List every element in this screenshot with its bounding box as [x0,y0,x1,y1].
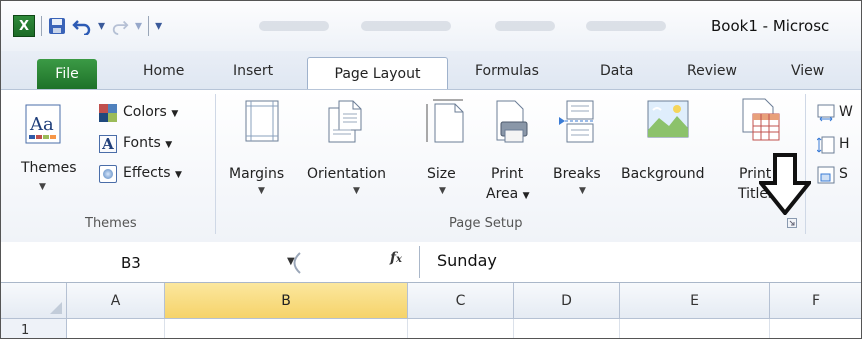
themes-group-label: Themes [85,216,137,231]
name-box-value: B3 [121,254,141,272]
effects-icon [99,165,117,183]
width-icon [817,104,835,122]
quick-access-toolbar: X ▾ ▾ ▾ [13,15,162,37]
annotation-arrow-icon [759,153,811,215]
cell-d1[interactable] [514,319,620,338]
orientation-label: Orientation [307,166,387,182]
themes-icon: Aa [25,104,61,144]
print-area-label-2: Area ▼ [486,186,530,202]
column-header-a[interactable]: A [67,283,165,319]
themes-label: Themes [21,160,77,176]
fonts-icon: A [99,135,117,153]
excel-logo-icon[interactable]: X [13,15,35,37]
column-header-e[interactable]: E [620,283,770,319]
redo-dropdown-icon[interactable]: ▾ [135,18,142,34]
size-label: Size [427,166,456,182]
tab-review[interactable]: Review [687,63,737,79]
row-header-1[interactable]: 1 [1,319,67,338]
cell-c1[interactable] [408,319,514,338]
orientation-icon [328,100,362,143]
blurred-text [361,21,451,31]
blurred-text [586,21,666,31]
breaks-label: Breaks [553,166,601,182]
cell-f1[interactable] [770,319,861,338]
size-icon [426,99,464,143]
qat-separator [41,16,42,36]
excel-window: X ▾ ▾ ▾ Book1 - Microsc File Home Insert… [0,0,862,339]
tab-home[interactable]: Home [143,63,184,79]
title-bar: X ▾ ▾ ▾ Book1 - Microsc [1,1,861,51]
margins-label: Margins [229,166,285,182]
tab-data[interactable]: Data [600,63,633,79]
column-header-b[interactable]: B [165,283,408,319]
margins-icon [245,100,279,142]
breaks-icon [559,100,595,143]
column-header-c[interactable]: C [408,283,514,319]
undo-icon[interactable] [72,17,92,35]
formula-bar: B3 ▼ fx Sunday [1,242,861,283]
tab-insert[interactable]: Insert [233,63,273,79]
tab-file[interactable]: File [37,59,97,89]
scale-icon [817,166,835,184]
insert-function-icon[interactable]: fx [390,250,402,266]
effects-label: Effects ▼ [123,165,182,181]
group-separator [215,94,216,234]
dialog-launcher-icon[interactable] [787,218,797,228]
height-label: H [839,136,850,152]
ribbon-tabs: File Home Insert Page Layout Formulas Da… [1,51,861,90]
resize-handle-icon[interactable] [287,252,301,274]
tab-formulas[interactable]: Formulas [475,63,539,79]
tab-page-layout[interactable]: Page Layout [307,57,448,90]
save-icon[interactable] [48,17,66,35]
print-titles-icon [742,98,780,141]
blurred-text [259,21,329,31]
window-title: Book1 - Microsc [711,17,830,35]
qat-separator [148,16,150,36]
chevron-down-icon: ▼ [579,186,586,196]
colors-icon [99,104,117,122]
fonts-label: Fonts ▼ [123,135,173,151]
column-header-d[interactable]: D [514,283,620,319]
print-area-label-1: Print [491,166,524,182]
width-label: W [839,104,853,120]
tab-view[interactable]: View [791,63,824,79]
ribbon: Aa Themes ▼ Colors ▼ A Fonts ▼ Effects ▼… [1,89,861,243]
chevron-down-icon: ▼ [439,186,446,196]
scale-label: S [839,166,848,182]
chevron-down-icon: ▼ [39,182,46,192]
background-label: Background [621,166,705,182]
blurred-text [495,21,555,31]
cell-a1[interactable] [67,319,165,338]
page-setup-group-label: Page Setup [449,216,523,231]
svg-text:Aa: Aa [29,114,54,135]
formula-input[interactable]: Sunday [437,251,497,270]
redo-icon[interactable] [111,17,129,35]
cell-b1[interactable] [165,319,408,338]
name-box[interactable]: B3 ▼ [17,250,387,274]
chevron-down-icon: ▼ [258,186,265,196]
chevron-down-icon: ▼ [353,186,360,196]
formula-separator [419,246,420,278]
cell-e1[interactable] [620,319,770,338]
column-header-f[interactable]: F [770,283,861,319]
print-area-icon [496,100,528,143]
select-all-corner[interactable] [1,283,67,319]
select-all-icon [50,302,62,314]
customize-qat-icon[interactable]: ▾ [155,18,162,34]
background-icon [647,100,689,138]
colors-label: Colors ▼ [123,104,179,120]
undo-dropdown-icon[interactable]: ▾ [98,18,105,34]
height-icon [817,136,835,154]
